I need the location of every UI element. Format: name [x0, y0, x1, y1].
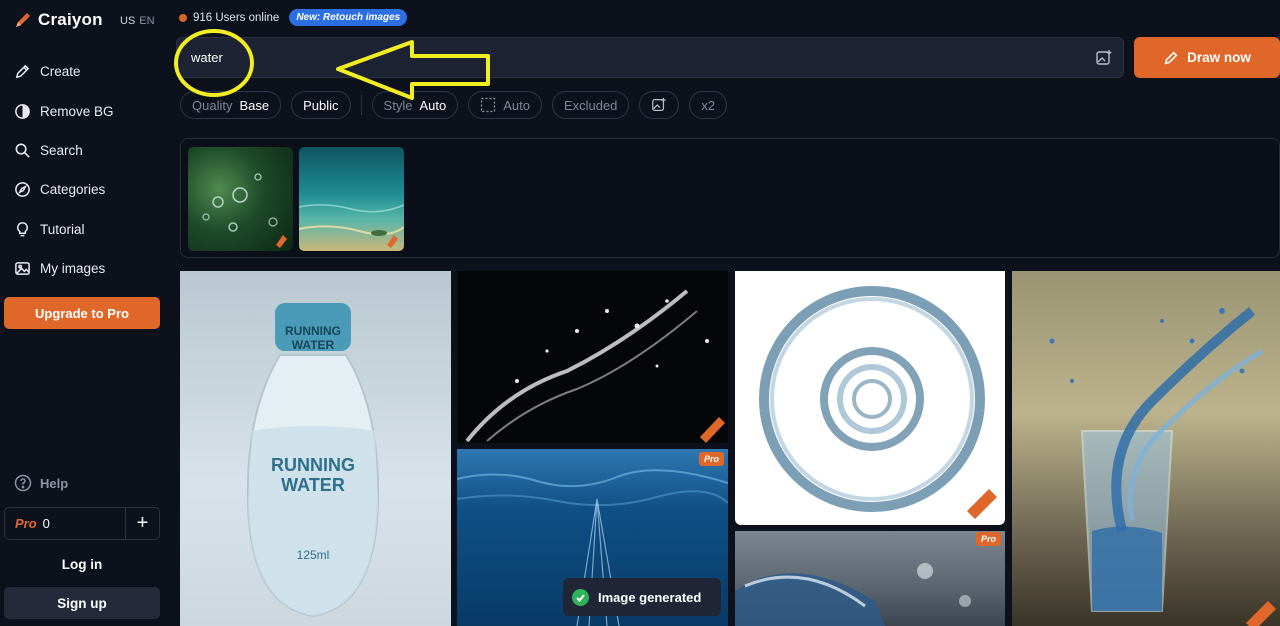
aspect-ratio-value: Auto — [503, 97, 530, 113]
sidebar-item-my-images[interactable]: My images — [14, 249, 164, 288]
divider — [360, 95, 362, 115]
sidebar-item-categories[interactable]: Categories — [14, 170, 164, 209]
toast-text: Image generated — [598, 589, 702, 605]
help-link[interactable]: Help — [14, 474, 68, 492]
users-online-count: 916 Users online — [193, 11, 280, 24]
brand-name: Craiyon — [38, 10, 103, 29]
svg-text:WATER: WATER — [281, 475, 345, 495]
sidebar-nav: Create Remove BG Search Categories Tutor… — [14, 52, 164, 288]
sidebar-item-label: My images — [40, 261, 106, 277]
compass-icon — [15, 182, 30, 198]
svg-text:RUNNING: RUNNING — [285, 324, 341, 338]
thumbnail-underwater[interactable] — [299, 147, 404, 251]
help-label: Help — [40, 475, 69, 491]
sidebar-item-search[interactable]: Search — [14, 131, 164, 170]
language-selector[interactable]: US EN — [120, 15, 155, 27]
image-icon — [15, 262, 30, 276]
ice-swirl-image — [735, 563, 971, 626]
search-icon — [15, 143, 30, 158]
result-image-ice-swirl[interactable]: Pro — [735, 531, 1005, 626]
pro-badge: Pro — [975, 532, 1001, 546]
pro-count: 0 — [42, 516, 50, 531]
svg-text:125ml: 125ml — [297, 548, 330, 562]
image-input-button[interactable] — [639, 91, 680, 119]
add-image-icon — [652, 97, 667, 111]
droplets-image — [202, 173, 287, 248]
aspect-ratio-selector[interactable]: Auto — [468, 91, 542, 119]
sidebar: Craiyon US EN Create Remove BG Search Cat… — [0, 0, 168, 626]
result-image-splash-dark[interactable] — [457, 271, 728, 443]
splash-image — [465, 289, 725, 443]
logo[interactable]: Craiyon — [14, 10, 103, 30]
result-image-glass-splash[interactable] — [1012, 271, 1280, 626]
success-check-icon — [572, 588, 589, 606]
multiplier-label: x2 — [701, 97, 716, 113]
svg-text:WATER: WATER — [292, 338, 335, 352]
quality-value: Base — [239, 97, 270, 113]
add-credits-button[interactable]: + — [125, 508, 159, 539]
upgrade-to-pro-button[interactable]: Upgrade to Pro — [4, 297, 160, 329]
visibility-selector[interactable]: Public — [291, 91, 351, 119]
quality-key: Quality — [192, 97, 233, 113]
language-country: US — [120, 15, 136, 27]
thumbnail-droplets[interactable] — [188, 147, 293, 251]
draw-now-button[interactable]: Draw now — [1134, 37, 1280, 78]
excluded-label: Excluded — [563, 97, 618, 113]
online-dot — [179, 13, 187, 22]
login-button[interactable]: Log in — [4, 550, 160, 578]
help-icon — [14, 474, 32, 492]
multiplier-button[interactable]: x2 — [689, 91, 728, 119]
sidebar-item-label: Tutorial — [40, 221, 85, 237]
draw-now-label: Draw now — [1187, 50, 1251, 65]
sidebar-item-create[interactable]: Create — [14, 52, 164, 91]
glass-splash-image — [1049, 307, 1276, 626]
half-circle-icon — [15, 103, 30, 119]
sidebar-item-label: Remove BG — [40, 103, 114, 119]
result-image-bottle[interactable]: RUNNING WATER RUNNING WATER 125ml — [180, 271, 451, 626]
signup-button[interactable]: Sign up — [4, 587, 160, 619]
prompt-value: water — [191, 50, 223, 65]
pro-credits: Pro 0 + — [4, 507, 160, 540]
bottle-image: RUNNING WATER RUNNING WATER 125ml — [246, 303, 380, 618]
lightbulb-icon — [17, 221, 28, 237]
prompt-input[interactable]: water — [176, 37, 1124, 78]
image-generated-toast: Image generated — [563, 578, 721, 616]
water-ring-image — [759, 286, 997, 519]
svg-text:RUNNING: RUNNING — [271, 455, 355, 475]
sidebar-item-remove-bg[interactable]: Remove BG — [14, 91, 164, 130]
ratio-frame-icon — [481, 97, 496, 113]
excluded-button[interactable]: Excluded — [551, 91, 630, 119]
generation-options: Quality Base Public Style Auto Auto Excl… — [180, 91, 728, 119]
crayon-logo-icon — [16, 13, 30, 27]
underwater-image — [299, 204, 404, 248]
pro-badge: Pro — [698, 452, 724, 466]
sidebar-item-label: Search — [40, 142, 83, 158]
new-feature-badge[interactable]: New: Retouch images — [289, 9, 408, 26]
visibility-value: Public — [303, 97, 339, 113]
result-image-water-ring[interactable] — [735, 271, 1005, 525]
pencil-icon — [1164, 51, 1178, 64]
sidebar-item-label: Create — [40, 64, 81, 80]
pencil-icon — [15, 64, 30, 79]
sidebar-item-label: Categories — [40, 182, 106, 198]
language-code: EN — [139, 15, 155, 27]
online-status: 916 Users online New: Retouch images — [179, 9, 408, 26]
style-selector[interactable]: Style Auto — [371, 91, 459, 119]
recent-thumbnails — [180, 138, 1280, 258]
quality-selector[interactable]: Quality Base — [180, 91, 282, 119]
style-key: Style — [383, 97, 413, 113]
style-value: Auto — [419, 97, 447, 113]
sidebar-item-tutorial[interactable]: Tutorial — [14, 210, 164, 249]
add-image-icon[interactable] — [1095, 49, 1113, 67]
pro-label: Pro — [15, 516, 37, 531]
